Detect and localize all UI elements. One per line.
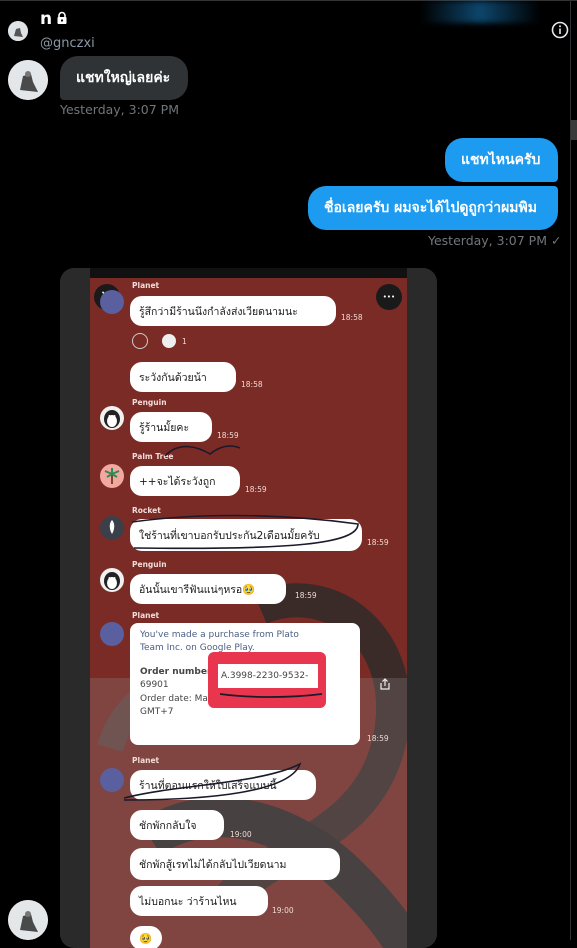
lock-icon xyxy=(55,10,69,24)
info-icon[interactable] xyxy=(551,21,569,39)
sender-avatar[interactable] xyxy=(8,60,48,100)
image-border-left xyxy=(60,268,90,948)
message-timestamp: Yesterday, 3:07 PM ✓ xyxy=(428,233,562,248)
screenshot-chat: × ••• Planet รู้สึกว่ามีร้านนึงกำลังส่งเ… xyxy=(90,278,407,948)
handwritten-underlines xyxy=(123,445,359,801)
scrollbar-thumb[interactable] xyxy=(571,120,577,140)
image-border-right xyxy=(407,268,437,948)
chat-screenshot: × ••• Planet รู้สึกว่ามีร้านนึงกำลังส่งเ… xyxy=(90,278,407,948)
image-attachment[interactable]: × ••• Planet รู้สึกว่ามีร้านนึงกำลังส่งเ… xyxy=(60,268,437,948)
header-glow xyxy=(420,1,540,23)
header-avatar[interactable] xyxy=(8,21,28,41)
sent-check-icon: ✓ xyxy=(550,233,562,248)
message-bubble-incoming[interactable]: แชทใหญ่เลยค่ะ xyxy=(60,56,188,100)
conversation-header: n @gnczxi xyxy=(0,0,577,57)
sender-avatar[interactable] xyxy=(8,900,48,940)
header-handle: @gnczxi xyxy=(40,36,95,51)
scrollbar-track[interactable] xyxy=(570,0,571,940)
header-name[interactable]: n xyxy=(40,9,69,29)
message-bubble-outgoing[interactable]: ชื่อเลยครับ ผมจะได้ไปดูถูกว่าผมพิม xyxy=(308,186,558,230)
message-bubble-outgoing[interactable]: แชทไหนครับ xyxy=(445,138,558,182)
message-timestamp: Yesterday, 3:07 PM xyxy=(60,102,179,117)
